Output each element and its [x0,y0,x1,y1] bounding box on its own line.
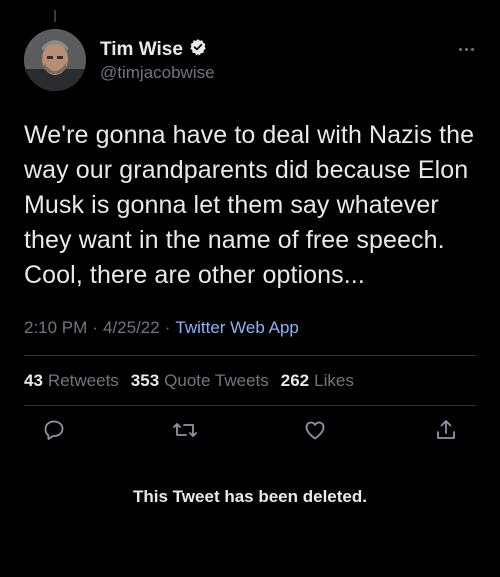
share-icon[interactable] [432,416,460,444]
name-row: Tim Wise [100,38,207,61]
divider [24,405,476,406]
tweet-text: We're gonna have to deal with Nazis the … [24,121,475,289]
more-icon[interactable] [454,42,478,56]
retweets-stat[interactable]: 43 Retweets [24,371,119,391]
deleted-notice: This Tweet has been deleted. [133,487,367,506]
handle[interactable]: @timjacobwise [100,63,215,83]
retweets-count: 43 [24,371,43,390]
tweet-source[interactable]: Twitter Web App [175,318,298,338]
avatar[interactable] [24,29,86,91]
likes-stat[interactable]: 262 Likes [281,371,354,391]
tweet-meta: 2:10 PM · 4/25/22 · Twitter Web App [24,318,299,338]
retweet-icon[interactable] [171,416,199,444]
like-icon[interactable] [301,416,329,444]
avatar-image [24,29,86,91]
likes-count: 262 [280,371,310,390]
display-name[interactable]: Tim Wise [100,39,183,61]
meta-separator: · [164,318,171,337]
quote-tweets-stat[interactable]: 353 Quote Tweets [131,371,269,391]
likes-label: Likes [314,371,354,390]
tweet-time[interactable]: 2:10 PM [24,318,87,338]
verified-badge-icon [189,38,207,61]
quote-tweets-count: 353 [130,371,160,390]
retweets-label: Retweets [47,371,119,390]
divider [24,355,476,356]
thread-line [54,10,56,22]
tweet-date[interactable]: 4/25/22 [103,318,160,338]
reply-icon[interactable] [40,416,68,444]
meta-separator: · [92,318,98,337]
action-bar [40,415,460,445]
quote-tweets-label: Quote Tweets [164,371,269,390]
tweet-stats: 43 Retweets 353 Quote Tweets 262 Likes [24,371,366,391]
